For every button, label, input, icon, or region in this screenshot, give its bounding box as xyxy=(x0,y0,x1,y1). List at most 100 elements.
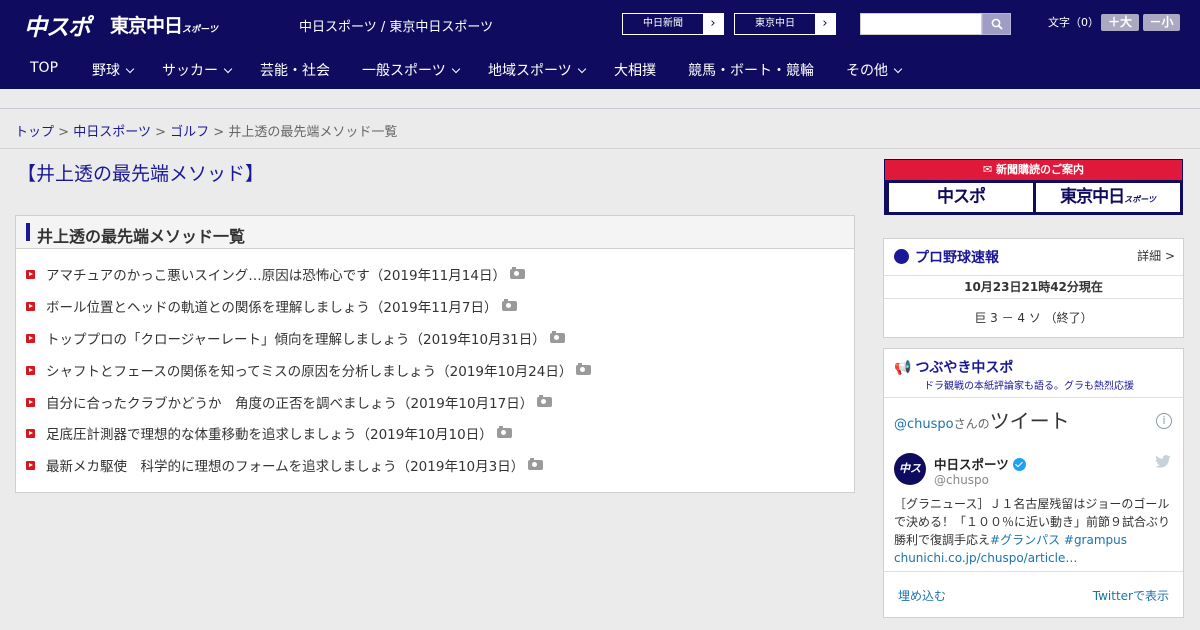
twitter-widget: 📢 つぶやき中スポ ドラ観戦の本紙評論家も語る。グラも熱烈応援 @chuspoさん… xyxy=(883,348,1184,618)
main-nav: TOP 野球 サッカー 芸能・社会 一般スポーツ 地域スポーツ 大相撲 競馬・ボ… xyxy=(0,48,1200,89)
tokyo-shimbun-label: 東京中日 xyxy=(755,18,795,29)
baseball-icon xyxy=(894,249,909,264)
nav-local-sports[interactable]: 地域スポーツ xyxy=(488,60,586,80)
info-icon[interactable]: i xyxy=(1156,413,1172,429)
article-link-text: トッププロの「クロージャーレート」傾向を理解しましょう（2019年10月31日） xyxy=(46,332,546,348)
bullet-arrow-icon xyxy=(26,429,35,438)
subscription-title: ✉ 新聞購読のご案内 xyxy=(885,160,1182,180)
breadcrumb-separator: > xyxy=(58,125,70,140)
twitter-widget-title: 📢 つぶやき中スポ xyxy=(894,360,1014,376)
embed-link[interactable]: 埋め込む xyxy=(898,587,946,604)
nav-top[interactable]: TOP xyxy=(30,60,58,76)
search-input[interactable] xyxy=(860,13,982,35)
chunichi-shimbun-link[interactable]: 中日新聞 › xyxy=(622,13,724,35)
breadcrumb-current: 井上透の最先端メソッド一覧 xyxy=(228,125,398,140)
tokyo-subscribe-logo: 東京中日スポーツ xyxy=(1036,183,1180,212)
timeline-tweet-word: ツイート xyxy=(989,409,1070,433)
article-link-text: ボール位置とヘッドの軌道との関係を理解しましょう（2019年11月7日） xyxy=(46,300,498,316)
camera-icon xyxy=(549,331,565,343)
breadcrumb-bar: トップ > 中日スポーツ > ゴルフ > 井上透の最先端メソッド一覧 xyxy=(0,110,1200,149)
nav-spacer xyxy=(0,89,1200,109)
article-list-title: 井上透の最先端メソッド一覧 xyxy=(37,227,246,246)
nav-label: その他 xyxy=(846,63,888,79)
breadcrumb: トップ > 中日スポーツ > ゴルフ > 井上透の最先端メソッド一覧 xyxy=(15,121,397,140)
tokyo-chunichi-logo[interactable]: 東京中日スポーツ xyxy=(110,11,218,38)
baseball-widget-title: プロ野球速報 xyxy=(894,247,999,267)
font-smaller-button[interactable]: －小 xyxy=(1143,14,1180,31)
camera-icon xyxy=(496,426,512,438)
bullet-arrow-icon xyxy=(26,398,35,407)
chevron-down-icon xyxy=(223,64,233,74)
twitter-bird-icon[interactable] xyxy=(1155,455,1171,468)
nav-general-sports[interactable]: 一般スポーツ xyxy=(362,60,460,80)
camera-icon xyxy=(537,395,553,407)
camera-icon xyxy=(509,267,525,279)
game-score[interactable]: 巨 3 － 4 ソ （終了） xyxy=(884,309,1183,326)
page-title: 【井上透の最先端メソッド】 xyxy=(17,163,265,185)
nav-other[interactable]: その他 xyxy=(846,60,903,80)
breadcrumb-home[interactable]: トップ xyxy=(15,125,54,140)
baseball-detail-link[interactable]: 詳細 > xyxy=(1137,247,1175,264)
newspaper-icon: ✉ xyxy=(982,163,997,176)
bullet-arrow-icon xyxy=(26,334,35,343)
nav-racing[interactable]: 競馬・ボート・競輪 xyxy=(688,60,814,80)
baseball-score-widget: プロ野球速報 詳細 > 10月23日21時42分現在 巨 3 － 4 ソ （終了… xyxy=(883,238,1184,338)
search-icon xyxy=(991,18,1003,30)
nav-label: TOP xyxy=(30,60,59,76)
chuspo-subscribe-logo: 中スポ xyxy=(889,183,1033,212)
bullet-arrow-icon xyxy=(26,302,35,311)
nav-baseball[interactable]: 野球 xyxy=(92,60,135,80)
nav-sumo[interactable]: 大相撲 xyxy=(614,60,656,80)
twitter-widget-footer: 埋め込む Twitterで表示 xyxy=(884,571,1183,617)
article-link-text: 自分に合ったクラブかどうか 角度の正否を調べましょう（2019年10月17日） xyxy=(46,396,534,412)
tweet-user-handle[interactable]: @chuspo xyxy=(934,473,989,487)
article-list-panel: 井上透の最先端メソッド一覧 アマチュアのかっこ悪いスイング…原因は恐怖心です（2… xyxy=(15,215,855,493)
chuspo-logo[interactable]: 中スポ xyxy=(24,8,91,42)
article-link-text: 足底圧計測器で理想的な体重移動を追求しましょう（2019年10月10日） xyxy=(46,427,493,443)
bullet-arrow-icon xyxy=(26,461,35,470)
tweet-text: ［グラニュース］Ｊ１名古屋残留はジョーのゴールで決める！「１００％に近い動き」前… xyxy=(894,495,1176,567)
chunichi-shimbun-label: 中日新聞 xyxy=(643,18,683,29)
timeline-san: さんの xyxy=(953,417,990,431)
nav-entertainment[interactable]: 芸能・社会 xyxy=(260,60,330,80)
bullet-arrow-icon xyxy=(26,366,35,375)
font-size-label: 文字（0） xyxy=(1048,16,1099,29)
tweet-url[interactable]: chunichi.co.jp/chuspo/article… xyxy=(894,551,1077,565)
chevron-down-icon xyxy=(893,64,903,74)
nav-label: 大相撲 xyxy=(614,63,656,79)
breadcrumb-separator: > xyxy=(155,125,166,140)
nav-label: サッカー xyxy=(162,63,218,79)
article-link-text: 最新メカ駆使 科学的に理想のフォームを追求しましょう（2019年10月3日） xyxy=(46,459,525,475)
nav-label: 芸能・社会 xyxy=(260,63,330,79)
font-larger-button[interactable]: ＋大 xyxy=(1101,14,1139,31)
tweet-hashtags[interactable]: #グランパス #grampus xyxy=(990,533,1127,547)
breadcrumb-golf[interactable]: ゴルフ xyxy=(170,125,209,140)
camera-icon xyxy=(528,458,544,470)
search-button[interactable] xyxy=(982,13,1011,35)
twitter-widget-subtitle: ドラ観戦の本紙評論家も語る。グラも熱烈応援 xyxy=(924,381,1134,392)
nav-label: 競馬・ボート・競輪 xyxy=(688,63,814,79)
nav-label: 野球 xyxy=(92,63,120,79)
chevron-right-icon: › xyxy=(703,14,723,34)
site-name: 中日スポーツ / 東京中日スポーツ xyxy=(299,20,494,35)
breadcrumb-chunichi-sports[interactable]: 中日スポーツ xyxy=(73,125,151,140)
divider xyxy=(884,397,1183,398)
chevron-right-icon: › xyxy=(815,14,835,34)
subscription-banner[interactable]: ✉ 新聞購読のご案内 中スポ 東京中日スポーツ xyxy=(884,159,1183,215)
tokyo-shimbun-link[interactable]: 東京中日 › xyxy=(734,13,836,35)
avatar[interactable]: 中スポ xyxy=(894,453,926,507)
nav-label: 一般スポーツ xyxy=(362,63,446,79)
megaphone-icon: 📢 xyxy=(894,360,912,376)
article-list-header: 井上透の最先端メソッド一覧 xyxy=(16,216,854,249)
bullet-arrow-icon xyxy=(26,270,35,279)
verified-icon xyxy=(1012,458,1026,471)
chevron-down-icon xyxy=(577,64,586,74)
tweet-user-name[interactable]: 中日スポーツ xyxy=(934,454,1026,473)
nav-soccer[interactable]: サッカー xyxy=(162,60,233,80)
article-link-text: アマチュアのかっこ悪いスイング…原因は恐怖心です（2019年11月14日） xyxy=(46,268,506,284)
view-on-twitter-link[interactable]: Twitterで表示 xyxy=(1093,587,1169,604)
twitter-handle-link[interactable]: @chuspo xyxy=(894,417,954,432)
top-header: 中スポ 東京中日スポーツ 中日スポーツ / 東京中日スポーツ 中日新聞 › 東京… xyxy=(0,0,1200,48)
chevron-down-icon xyxy=(125,64,135,74)
score-timestamp: 10月23日21時42分現在 xyxy=(884,275,1183,299)
